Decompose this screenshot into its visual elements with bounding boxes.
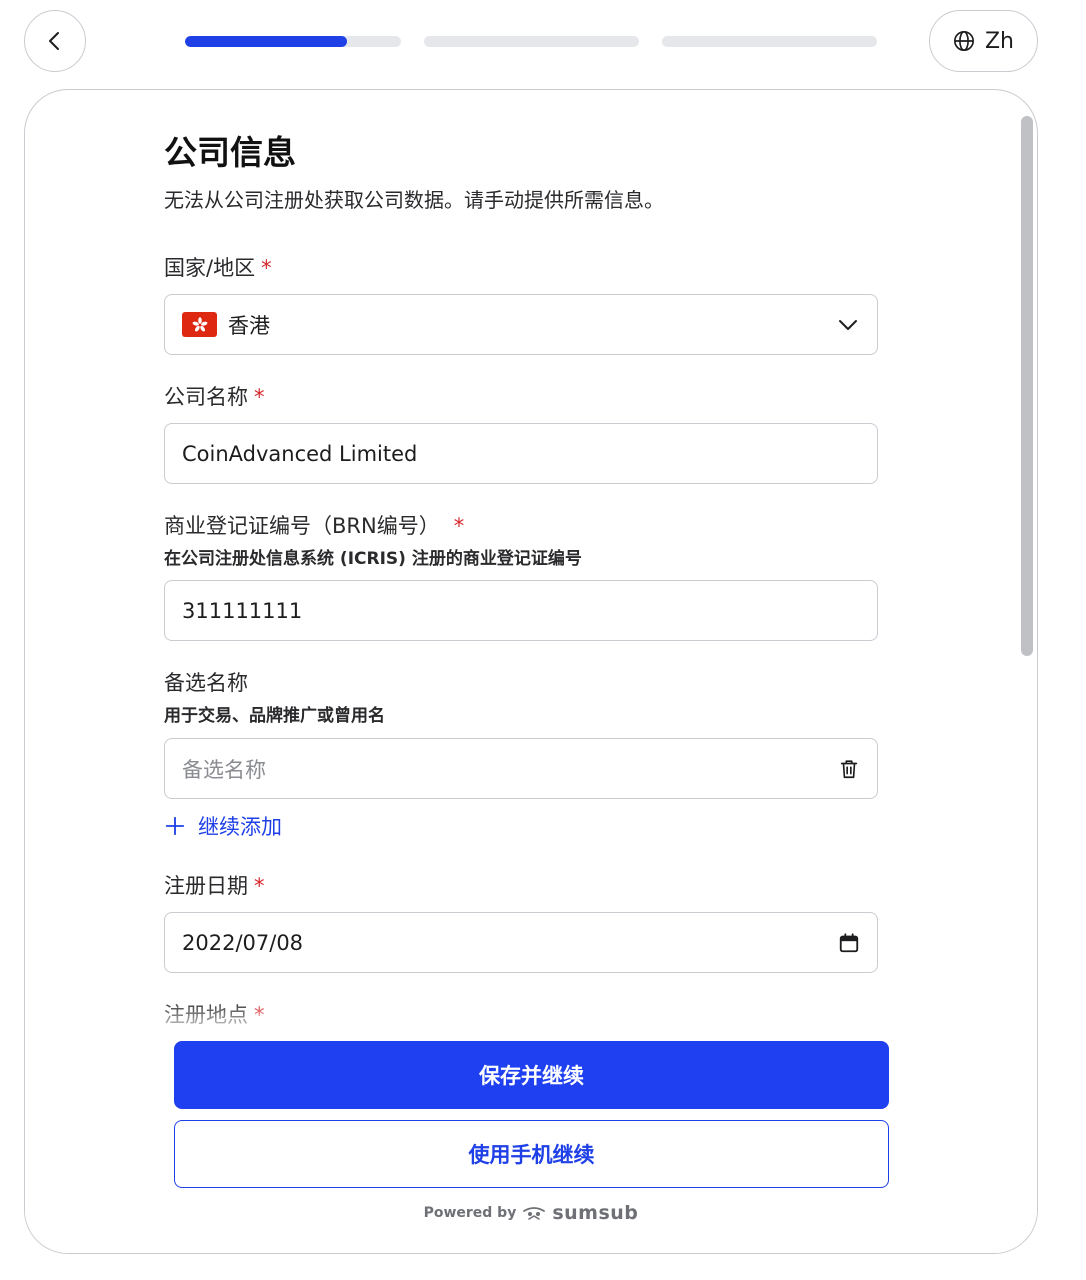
progress-step-1-fill [185,36,347,47]
country-value: 香港 [228,313,270,338]
plus-icon [165,816,185,836]
reg-place-label-text: 注册地点 [164,1003,248,1027]
company-name-value: CoinAdvanced Limited [182,441,418,466]
company-name-label: 公司名称 * [164,381,265,411]
alt-name-placeholder: 备选名称 [182,757,266,782]
required-mark: * [453,514,465,538]
brn-hint: 在公司注册处信息系统 (ICRIS) 注册的商业登记证编号 [164,549,582,569]
country-label: 国家/地区 * [164,252,272,282]
company-name-label-text: 公司名称 [164,385,248,409]
reg-date-label-text: 注册日期 [164,874,248,898]
alt-name-label: 备选名称 [164,671,248,695]
reg-date-input[interactable]: 2022/07/08 [164,912,878,973]
language-button[interactable]: Zh [929,10,1038,72]
required-mark: * [261,256,272,280]
scrollbar-thumb[interactable] [1021,116,1033,656]
save-continue-button[interactable]: 保存并继续 [174,1041,889,1109]
continue-on-phone-button[interactable]: 使用手机继续 [174,1120,889,1188]
required-mark: * [254,874,265,898]
country-select[interactable]: 香港 [164,294,878,355]
country-label-text: 国家/地区 [164,256,256,280]
powered-by-text: Powered by [423,1205,517,1221]
alt-name-input[interactable]: 备选名称 [164,738,878,799]
language-label: Zh [984,28,1014,54]
progress-step-2 [424,36,639,47]
powered-by-footer: Powered by sumsub [25,1202,1037,1224]
sumsub-logo-icon [523,1207,546,1220]
required-mark: * [254,1003,265,1027]
globe-icon [953,31,974,51]
reg-date-label: 注册日期 * [164,870,265,900]
brn-value: 311111111 [182,598,303,623]
add-more-label: 继续添加 [198,815,282,839]
brn-label: 商业登记证编号（BRN编号） * [164,510,464,540]
calendar-icon[interactable] [838,932,860,954]
trash-icon[interactable] [838,758,860,780]
brn-label-text: 商业登记证编号（BRN编号） [164,514,440,538]
brn-input[interactable]: 311111111 [164,580,878,641]
back-button[interactable] [24,10,86,72]
page-title: 公司信息 [164,133,296,172]
brand-name: sumsub [552,1202,639,1224]
reg-date-value: 2022/07/08 [182,930,304,955]
chevron-left-icon [49,32,59,50]
progress-step-1 [185,36,401,47]
form-card: 公司信息 无法从公司注册处获取公司数据。请手动提供所需信息。 国家/地区 * 香港… [24,89,1038,1254]
required-mark: * [254,385,265,409]
alt-name-hint: 用于交易、品牌推广或曾用名 [164,706,385,726]
page-subtitle: 无法从公司注册处获取公司数据。请手动提供所需信息。 [164,188,664,212]
chevron-down-icon [839,319,857,330]
progress-step-3 [662,36,877,47]
add-more-button[interactable]: 继续添加 [164,811,282,841]
hong-kong-flag-icon [182,312,217,337]
company-name-input[interactable]: CoinAdvanced Limited [164,423,878,484]
